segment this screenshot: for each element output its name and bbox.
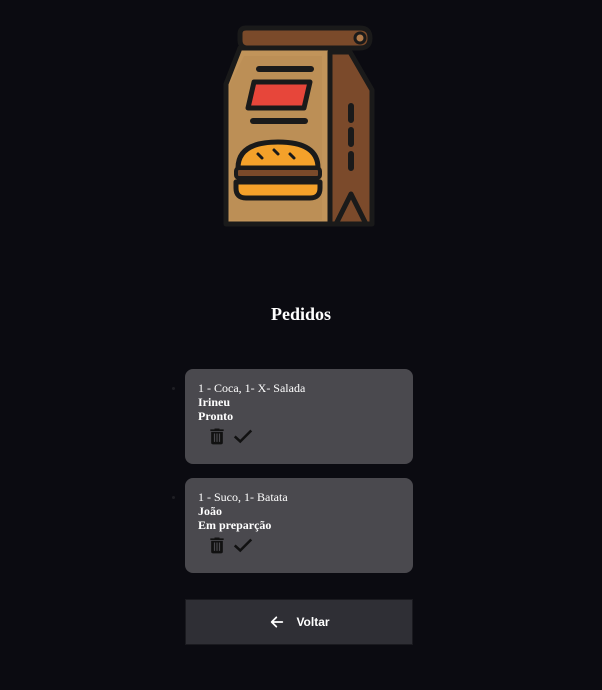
delete-order-button[interactable] — [207, 425, 227, 447]
order-actions — [207, 534, 401, 556]
order-customer: Irineu — [198, 395, 231, 409]
trash-icon — [210, 537, 224, 554]
list-bullet — [172, 496, 175, 499]
order-items: 1 - Suco, 1- Batata — [198, 490, 288, 504]
back-button-label: Voltar — [296, 615, 330, 629]
arrow-left-icon — [268, 614, 286, 630]
back-button[interactable]: Voltar — [185, 599, 413, 645]
delete-order-button[interactable] — [207, 534, 227, 556]
food-delivery-bag-icon — [223, 25, 375, 227]
order-card: 1 - Coca, 1- X- Salada Irineu Pronto — [172, 369, 413, 464]
order-items: 1 - Coca, 1- X- Salada — [198, 381, 306, 395]
order-customer: João — [198, 504, 222, 518]
complete-order-button[interactable] — [230, 425, 256, 447]
check-icon — [233, 429, 253, 444]
order-status: Em preparção — [198, 518, 272, 532]
order-status: Pronto — [198, 409, 234, 423]
trash-icon — [210, 428, 224, 445]
orders-list: 1 - Coca, 1- X- Salada Irineu Pronto 1 -… — [172, 369, 413, 587]
order-card: 1 - Suco, 1- Batata João Em preparção — [172, 478, 413, 573]
order-actions — [207, 425, 401, 447]
page-title: Pedidos — [270, 304, 331, 324]
complete-order-button[interactable] — [230, 534, 256, 556]
check-icon — [233, 538, 253, 553]
list-bullet — [172, 387, 175, 390]
